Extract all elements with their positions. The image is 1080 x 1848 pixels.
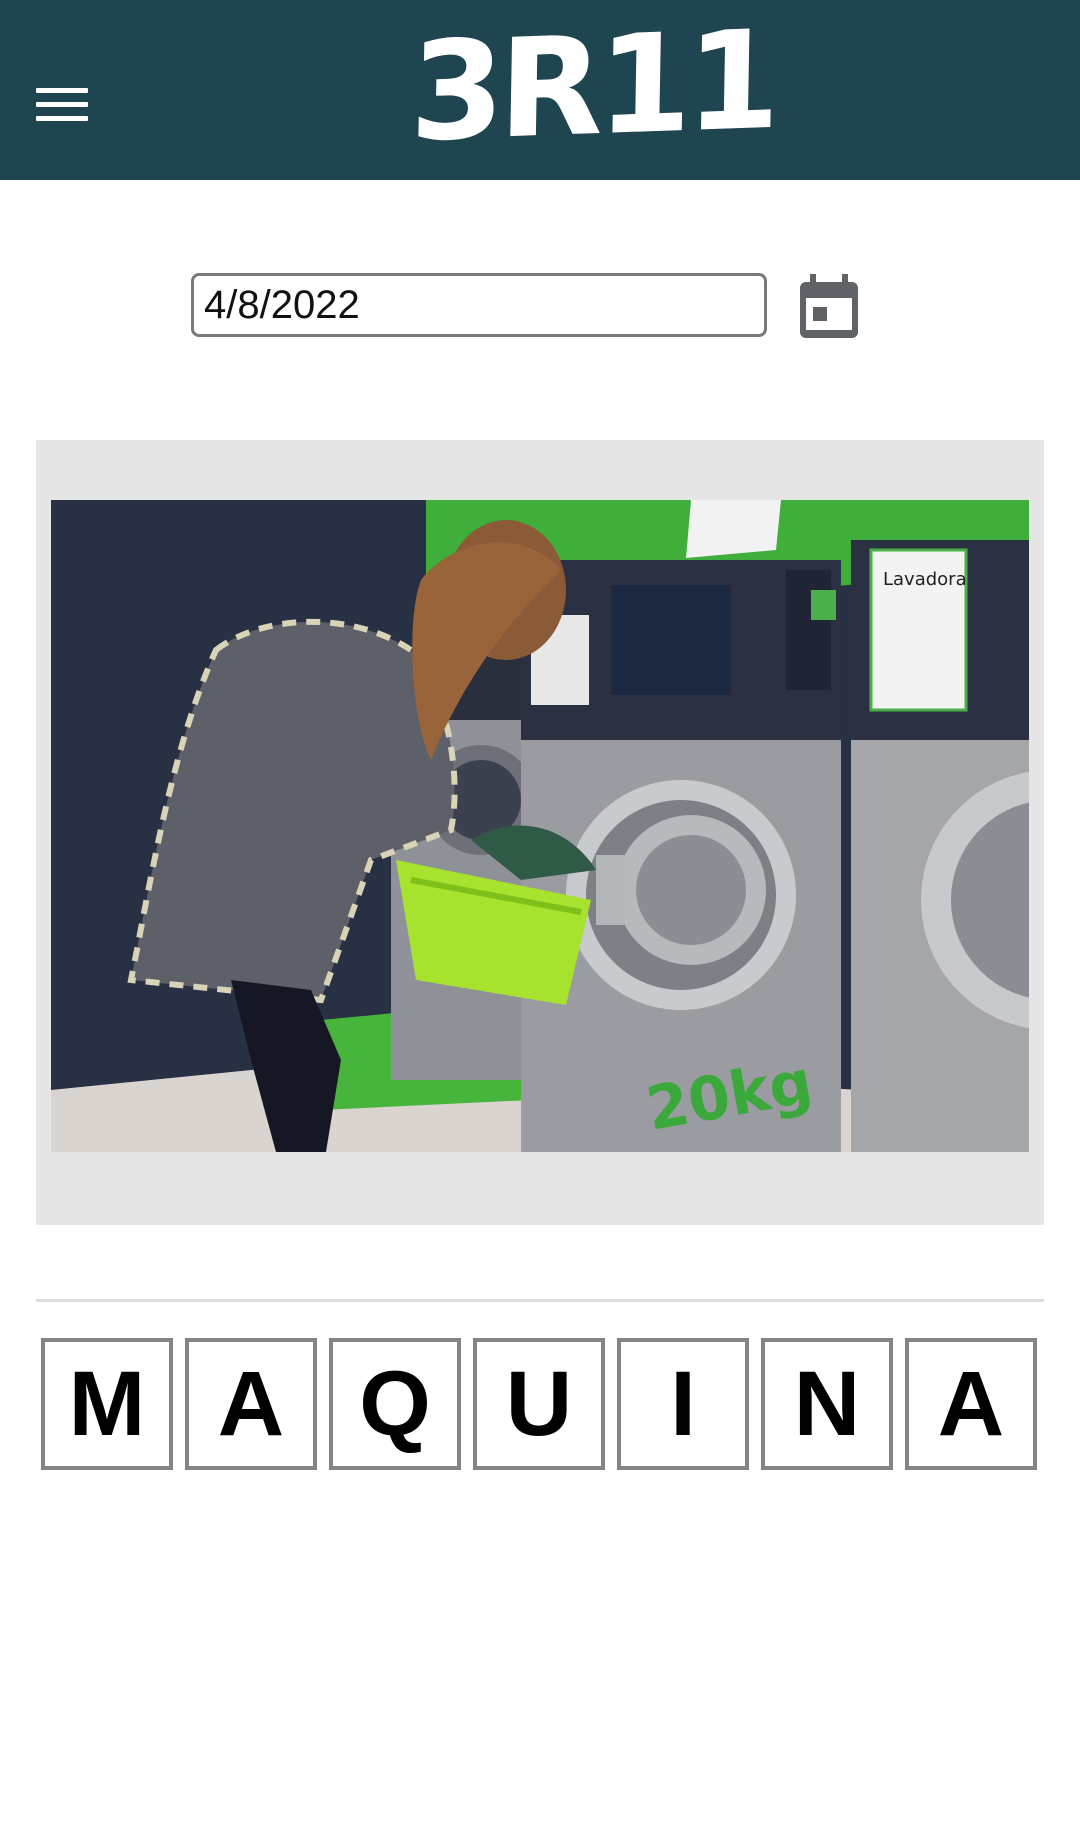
calendar-icon [800, 274, 858, 338]
svg-text:Lavadora: Lavadora [883, 569, 967, 590]
letter-tile-1[interactable]: M [41, 1338, 173, 1470]
letter-tile-7[interactable]: A [905, 1338, 1037, 1470]
calendar-button[interactable] [800, 274, 858, 338]
app-logo[interactable]: 3R11 [409, 2, 776, 173]
laundromat-photo: 20kg Lavadora [51, 500, 1029, 1152]
letter-tile-5[interactable]: I [617, 1338, 749, 1470]
top-bar: 3R11 [0, 0, 1080, 180]
hamburger-menu-icon [30, 80, 90, 130]
letter-tile-3[interactable]: Q [329, 1338, 461, 1470]
date-input[interactable] [191, 273, 767, 337]
section-divider [36, 1299, 1044, 1302]
puzzle-image-panel: 20kg Lavadora [36, 440, 1044, 1225]
letter-tile-2[interactable]: A [185, 1338, 317, 1470]
letter-tile-4[interactable]: U [473, 1338, 605, 1470]
menu-button[interactable] [30, 80, 90, 130]
letter-tile-6[interactable]: N [761, 1338, 893, 1470]
